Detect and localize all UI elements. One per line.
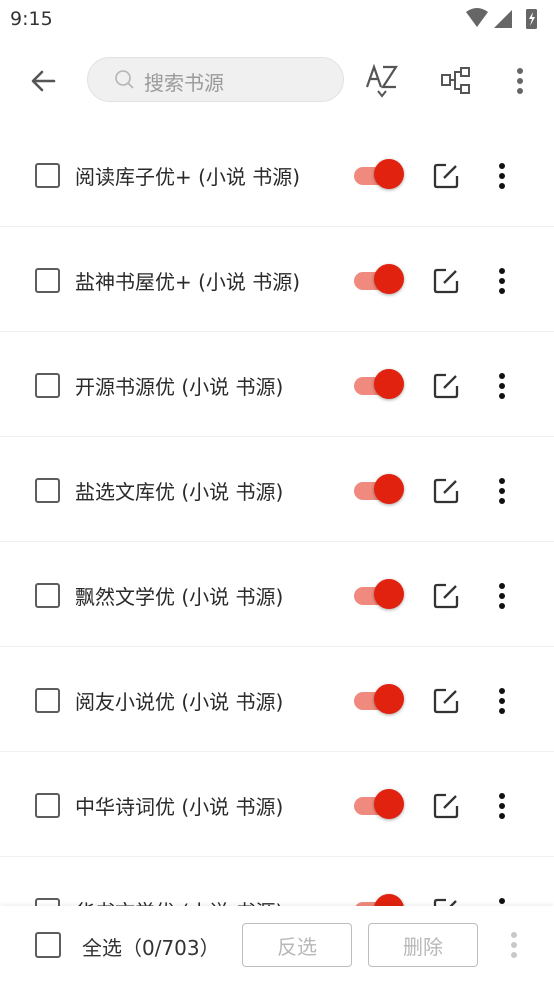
source-name[interactable]: 飘然文学优 (小说 书源) xyxy=(75,581,283,610)
list-item: 中华诗词优 (小说 书源) xyxy=(0,752,554,857)
list-item: 飘然文学优 (小说 书源) xyxy=(0,542,554,647)
more-vert-icon[interactable] xyxy=(490,477,514,505)
source-name[interactable]: 盐神书屋优+ (小说 书源) xyxy=(75,266,300,295)
item-checkbox[interactable] xyxy=(35,373,60,398)
select-all-label[interactable]: 全选（0/703） xyxy=(82,932,220,961)
more-vert-icon[interactable] xyxy=(490,897,514,906)
menu-more-button[interactable] xyxy=(508,64,532,98)
toolbar: 搜索书源 xyxy=(0,40,554,122)
status-bar: 9:15 xyxy=(0,0,554,40)
list-item: 华书文学优 (小说 书源) xyxy=(0,857,554,906)
switch-thumb[interactable] xyxy=(374,579,404,609)
more-vert-icon[interactable] xyxy=(490,372,514,400)
edit-icon[interactable] xyxy=(432,792,460,820)
source-name[interactable]: 阅读库子优+ (小说 书源) xyxy=(75,161,300,190)
wifi-icon xyxy=(466,8,488,27)
list-item: 盐神书屋优+ (小说 书源) xyxy=(0,227,554,332)
switch-thumb[interactable] xyxy=(374,264,404,294)
switch-thumb[interactable] xyxy=(374,369,404,399)
source-name[interactable]: 阅友小说优 (小说 书源) xyxy=(75,686,283,715)
delete-button[interactable]: 删除 xyxy=(368,923,478,967)
switch-thumb[interactable] xyxy=(374,894,404,906)
source-name[interactable]: 盐选文库优 (小说 书源) xyxy=(75,476,283,505)
invert-selection-button[interactable]: 反选 xyxy=(242,923,352,967)
select-all-checkbox[interactable] xyxy=(35,932,61,958)
group-button[interactable] xyxy=(436,62,476,100)
status-time: 9:15 xyxy=(10,8,53,30)
item-checkbox[interactable] xyxy=(35,583,60,608)
item-checkbox[interactable] xyxy=(35,163,60,188)
more-vert-icon[interactable] xyxy=(490,792,514,820)
item-checkbox[interactable] xyxy=(35,268,60,293)
more-vert-icon[interactable] xyxy=(490,582,514,610)
edit-icon[interactable] xyxy=(432,687,460,715)
switch-thumb[interactable] xyxy=(374,474,404,504)
signal-icon xyxy=(494,10,512,28)
item-checkbox[interactable] xyxy=(35,478,60,503)
back-button[interactable] xyxy=(24,62,62,100)
status-icons xyxy=(466,8,537,29)
arrow-left-icon xyxy=(31,70,56,92)
item-checkbox[interactable] xyxy=(35,688,60,713)
more-vert-icon[interactable] xyxy=(490,267,514,295)
edit-icon[interactable] xyxy=(432,267,460,295)
more-vert-icon[interactable] xyxy=(490,687,514,715)
search-icon xyxy=(115,70,134,89)
source-name[interactable]: 华书文学优 (小说 书源) xyxy=(75,896,283,906)
hierarchy-icon xyxy=(441,67,470,94)
edit-icon[interactable] xyxy=(432,897,460,906)
edit-icon[interactable] xyxy=(432,162,460,190)
sort-az-icon xyxy=(365,63,399,98)
list-item: 开源书源优 (小说 书源) xyxy=(0,332,554,437)
switch-thumb[interactable] xyxy=(374,684,404,714)
search-placeholder: 搜索书源 xyxy=(144,71,224,95)
switch-thumb[interactable] xyxy=(374,159,404,189)
sort-az-button[interactable] xyxy=(362,60,402,102)
more-vert-icon[interactable] xyxy=(504,930,524,960)
bottom-action-bar: 全选（0/703） 反选 删除 xyxy=(0,906,554,984)
edit-icon[interactable] xyxy=(432,372,460,400)
item-checkbox[interactable] xyxy=(35,898,60,906)
source-name[interactable]: 开源书源优 (小说 书源) xyxy=(75,371,283,400)
edit-icon[interactable] xyxy=(432,477,460,505)
list-item: 盐选文库优 (小说 书源) xyxy=(0,437,554,542)
list-item: 阅友小说优 (小说 书源) xyxy=(0,647,554,752)
list-item: 阅读库子优+ (小说 书源) xyxy=(0,122,554,227)
search-input[interactable]: 搜索书源 xyxy=(87,57,344,102)
source-list: 阅读库子优+ (小说 书源) 盐神书屋优+ (小说 书源) 开源书源优 (小说 … xyxy=(0,122,554,906)
switch-thumb[interactable] xyxy=(374,789,404,819)
item-checkbox[interactable] xyxy=(35,793,60,818)
source-name[interactable]: 中华诗词优 (小说 书源) xyxy=(75,791,283,820)
more-vert-icon[interactable] xyxy=(490,162,514,190)
more-vert-icon xyxy=(517,68,523,94)
edit-icon[interactable] xyxy=(432,582,460,610)
